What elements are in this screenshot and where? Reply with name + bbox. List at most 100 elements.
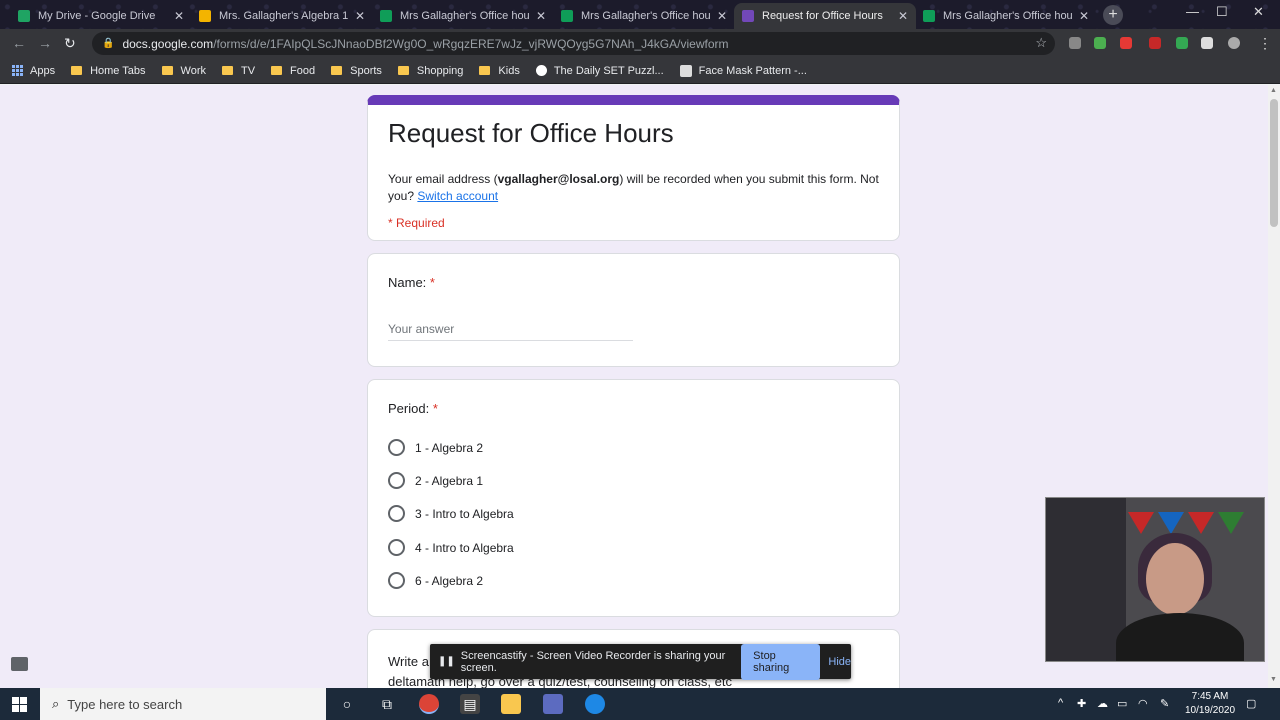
period-option-label: 2 - Algebra 1 [415, 473, 484, 488]
form-title: Request for Office Hours [388, 118, 674, 148]
stop-sharing-button[interactable]: Stop sharing [741, 643, 821, 680]
new-tab-button[interactable]: + [1103, 5, 1123, 25]
taskbar-search-input[interactable]: ⌕ Type here to search [40, 688, 326, 720]
reload-icon[interactable]: ↻ [64, 35, 76, 52]
browser-tab[interactable]: My Drive - Google Drive ✕ [10, 3, 192, 29]
windows-taskbar: ⌕ Type here to search ○ ⧉ ▤ ^ ✚ ☁ ▭ ◠ ✎ … [0, 688, 1280, 720]
taskbar-clock[interactable]: 7:45 AM 10/19/2020 [1183, 690, 1237, 718]
notification-icon[interactable]: ▢ [1246, 697, 1256, 710]
browser-tab[interactable]: Request for Office Hours ✕ [734, 3, 916, 29]
radio-button[interactable] [388, 572, 405, 589]
bookmark-label: Face Mask Pattern -... [698, 64, 807, 77]
bookmark-item[interactable]: Food [271, 65, 315, 77]
radio-button[interactable] [388, 439, 405, 456]
radio-button[interactable] [388, 539, 405, 556]
onedrive-icon[interactable]: ☁ [1097, 697, 1108, 710]
name-input[interactable]: Your answer [388, 322, 633, 341]
bookmark-item[interactable]: Shopping [397, 65, 463, 77]
bookmark-item[interactable]: Kids [479, 65, 520, 77]
close-tab-icon[interactable]: ✕ [536, 9, 546, 23]
avatar[interactable] [1228, 37, 1240, 49]
browser-tab[interactable]: Mrs Gallagher's Office hours ✕ [553, 3, 735, 29]
bookmark-star-icon[interactable]: ☆ [1035, 35, 1047, 51]
cortana-icon[interactable]: ○ [337, 694, 357, 714]
close-tab-icon[interactable]: ✕ [1079, 9, 1089, 23]
page-scrollbar[interactable]: ▲ ▼ [1268, 85, 1280, 688]
lock-icon: 🔒 [102, 38, 115, 49]
bookmark-item[interactable]: Face Mask Pattern -... [679, 64, 807, 77]
tab-favicon-icon [742, 10, 754, 22]
webcam-person-face [1146, 543, 1204, 615]
hide-button[interactable]: Hide [828, 656, 851, 668]
extension-icon[interactable] [1176, 37, 1188, 49]
browser-tab[interactable]: Mrs. Gallagher's Algebra 1 C ✕ [191, 3, 373, 29]
calculator-icon[interactable] [543, 694, 563, 714]
close-tab-icon[interactable]: ✕ [174, 9, 184, 23]
pennant-image [1158, 512, 1184, 534]
feedback-icon[interactable] [11, 657, 28, 671]
bookmark-item[interactable]: Apps [12, 65, 55, 77]
extension-icon[interactable] [1149, 37, 1161, 49]
wifi-icon[interactable]: ◠ [1138, 697, 1148, 710]
forward-icon[interactable]: → [38, 35, 52, 51]
apps-grid-icon [12, 65, 23, 76]
close-tab-icon[interactable]: ✕ [898, 9, 908, 23]
radio-button[interactable] [388, 505, 405, 522]
chrome-icon[interactable] [419, 694, 439, 714]
bookmark-item[interactable]: Sports [331, 65, 382, 77]
extensions-puzzle-icon[interactable] [1201, 37, 1213, 49]
pause-icon[interactable]: ❚❚ [438, 656, 455, 667]
email-notice-prefix: Your email address ( [388, 172, 498, 186]
form-header-card: Request for Office Hours Your email addr… [367, 95, 900, 241]
bookmark-item[interactable]: TV [221, 65, 255, 77]
period-option[interactable]: 6 - Algebra 2 [388, 572, 483, 589]
folder-icon [331, 66, 343, 75]
back-icon[interactable]: ← [12, 35, 26, 51]
menu-icon[interactable]: ⋮ [1258, 35, 1272, 52]
bookmark-item[interactable]: The Daily SET Puzzl... [535, 65, 664, 77]
extension-icon[interactable] [1069, 37, 1081, 49]
radio-button[interactable] [388, 472, 405, 489]
folder-icon [271, 66, 283, 75]
task-view-icon[interactable]: ⧉ [377, 694, 397, 714]
bookmark-item[interactable]: Work [161, 65, 206, 77]
pen-icon[interactable]: ✎ [1160, 697, 1169, 710]
pennant-image [1218, 512, 1244, 534]
store-icon[interactable]: ▤ [460, 694, 480, 714]
address-bar[interactable]: 🔒 docs.google.com/forms/d/e/1FAIpQLScJNn… [92, 32, 1055, 55]
webcam-overlay[interactable] [1045, 497, 1265, 662]
email-address: vgallagher@losal.org [497, 172, 620, 186]
extension-icon[interactable] [1094, 37, 1106, 49]
tab-strip: My Drive - Google Drive ✕ Mrs. Gallagher's… [0, 0, 1280, 29]
required-asterisk: * [432, 401, 438, 416]
tray-chevron-icon[interactable]: ^ [1058, 697, 1063, 709]
windows-start-icon[interactable] [12, 697, 27, 712]
extension-icon[interactable] [1120, 37, 1132, 49]
clock-date: 10/19/2020 [1184, 705, 1236, 716]
name-label-text: Name: [388, 275, 427, 290]
close-tab-icon[interactable]: ✕ [355, 9, 365, 23]
maximize-icon[interactable]: ☐ [1216, 4, 1228, 20]
period-option[interactable]: 4 - Intro to Algebra [388, 539, 514, 556]
period-option[interactable]: 3 - Intro to Algebra [388, 505, 514, 522]
file-explorer-icon[interactable] [501, 694, 521, 714]
switch-account-link[interactable]: Switch account [417, 189, 498, 203]
share-message: Screencastify - Screen Video Recorder is… [460, 649, 726, 674]
browser-tab[interactable]: Mrs Gallagher's Office hours ✕ [915, 3, 1097, 29]
tab-title: My Drive - Google Drive [38, 10, 156, 22]
scroll-up-icon[interactable]: ▲ [1270, 87, 1277, 94]
period-option-label: 6 - Algebra 2 [415, 573, 484, 588]
tab-title: Request for Office Hours [762, 10, 883, 22]
close-window-icon[interactable]: ✕ [1253, 4, 1264, 20]
battery-icon[interactable]: ▭ [1117, 697, 1127, 710]
tray-app-icon[interactable]: ✚ [1077, 697, 1086, 710]
period-option[interactable]: 2 - Algebra 1 [388, 472, 483, 489]
period-option[interactable]: 1 - Algebra 2 [388, 439, 483, 456]
edge-icon[interactable] [585, 694, 605, 714]
scroll-down-icon[interactable]: ▼ [1270, 676, 1277, 683]
bookmark-item[interactable]: Home Tabs [71, 65, 146, 77]
minimize-icon[interactable]: — [1186, 4, 1199, 19]
close-tab-icon[interactable]: ✕ [717, 9, 727, 23]
scrollbar-thumb[interactable] [1270, 99, 1278, 227]
browser-tab[interactable]: Mrs Gallagher's Office hours ✕ [372, 3, 554, 29]
